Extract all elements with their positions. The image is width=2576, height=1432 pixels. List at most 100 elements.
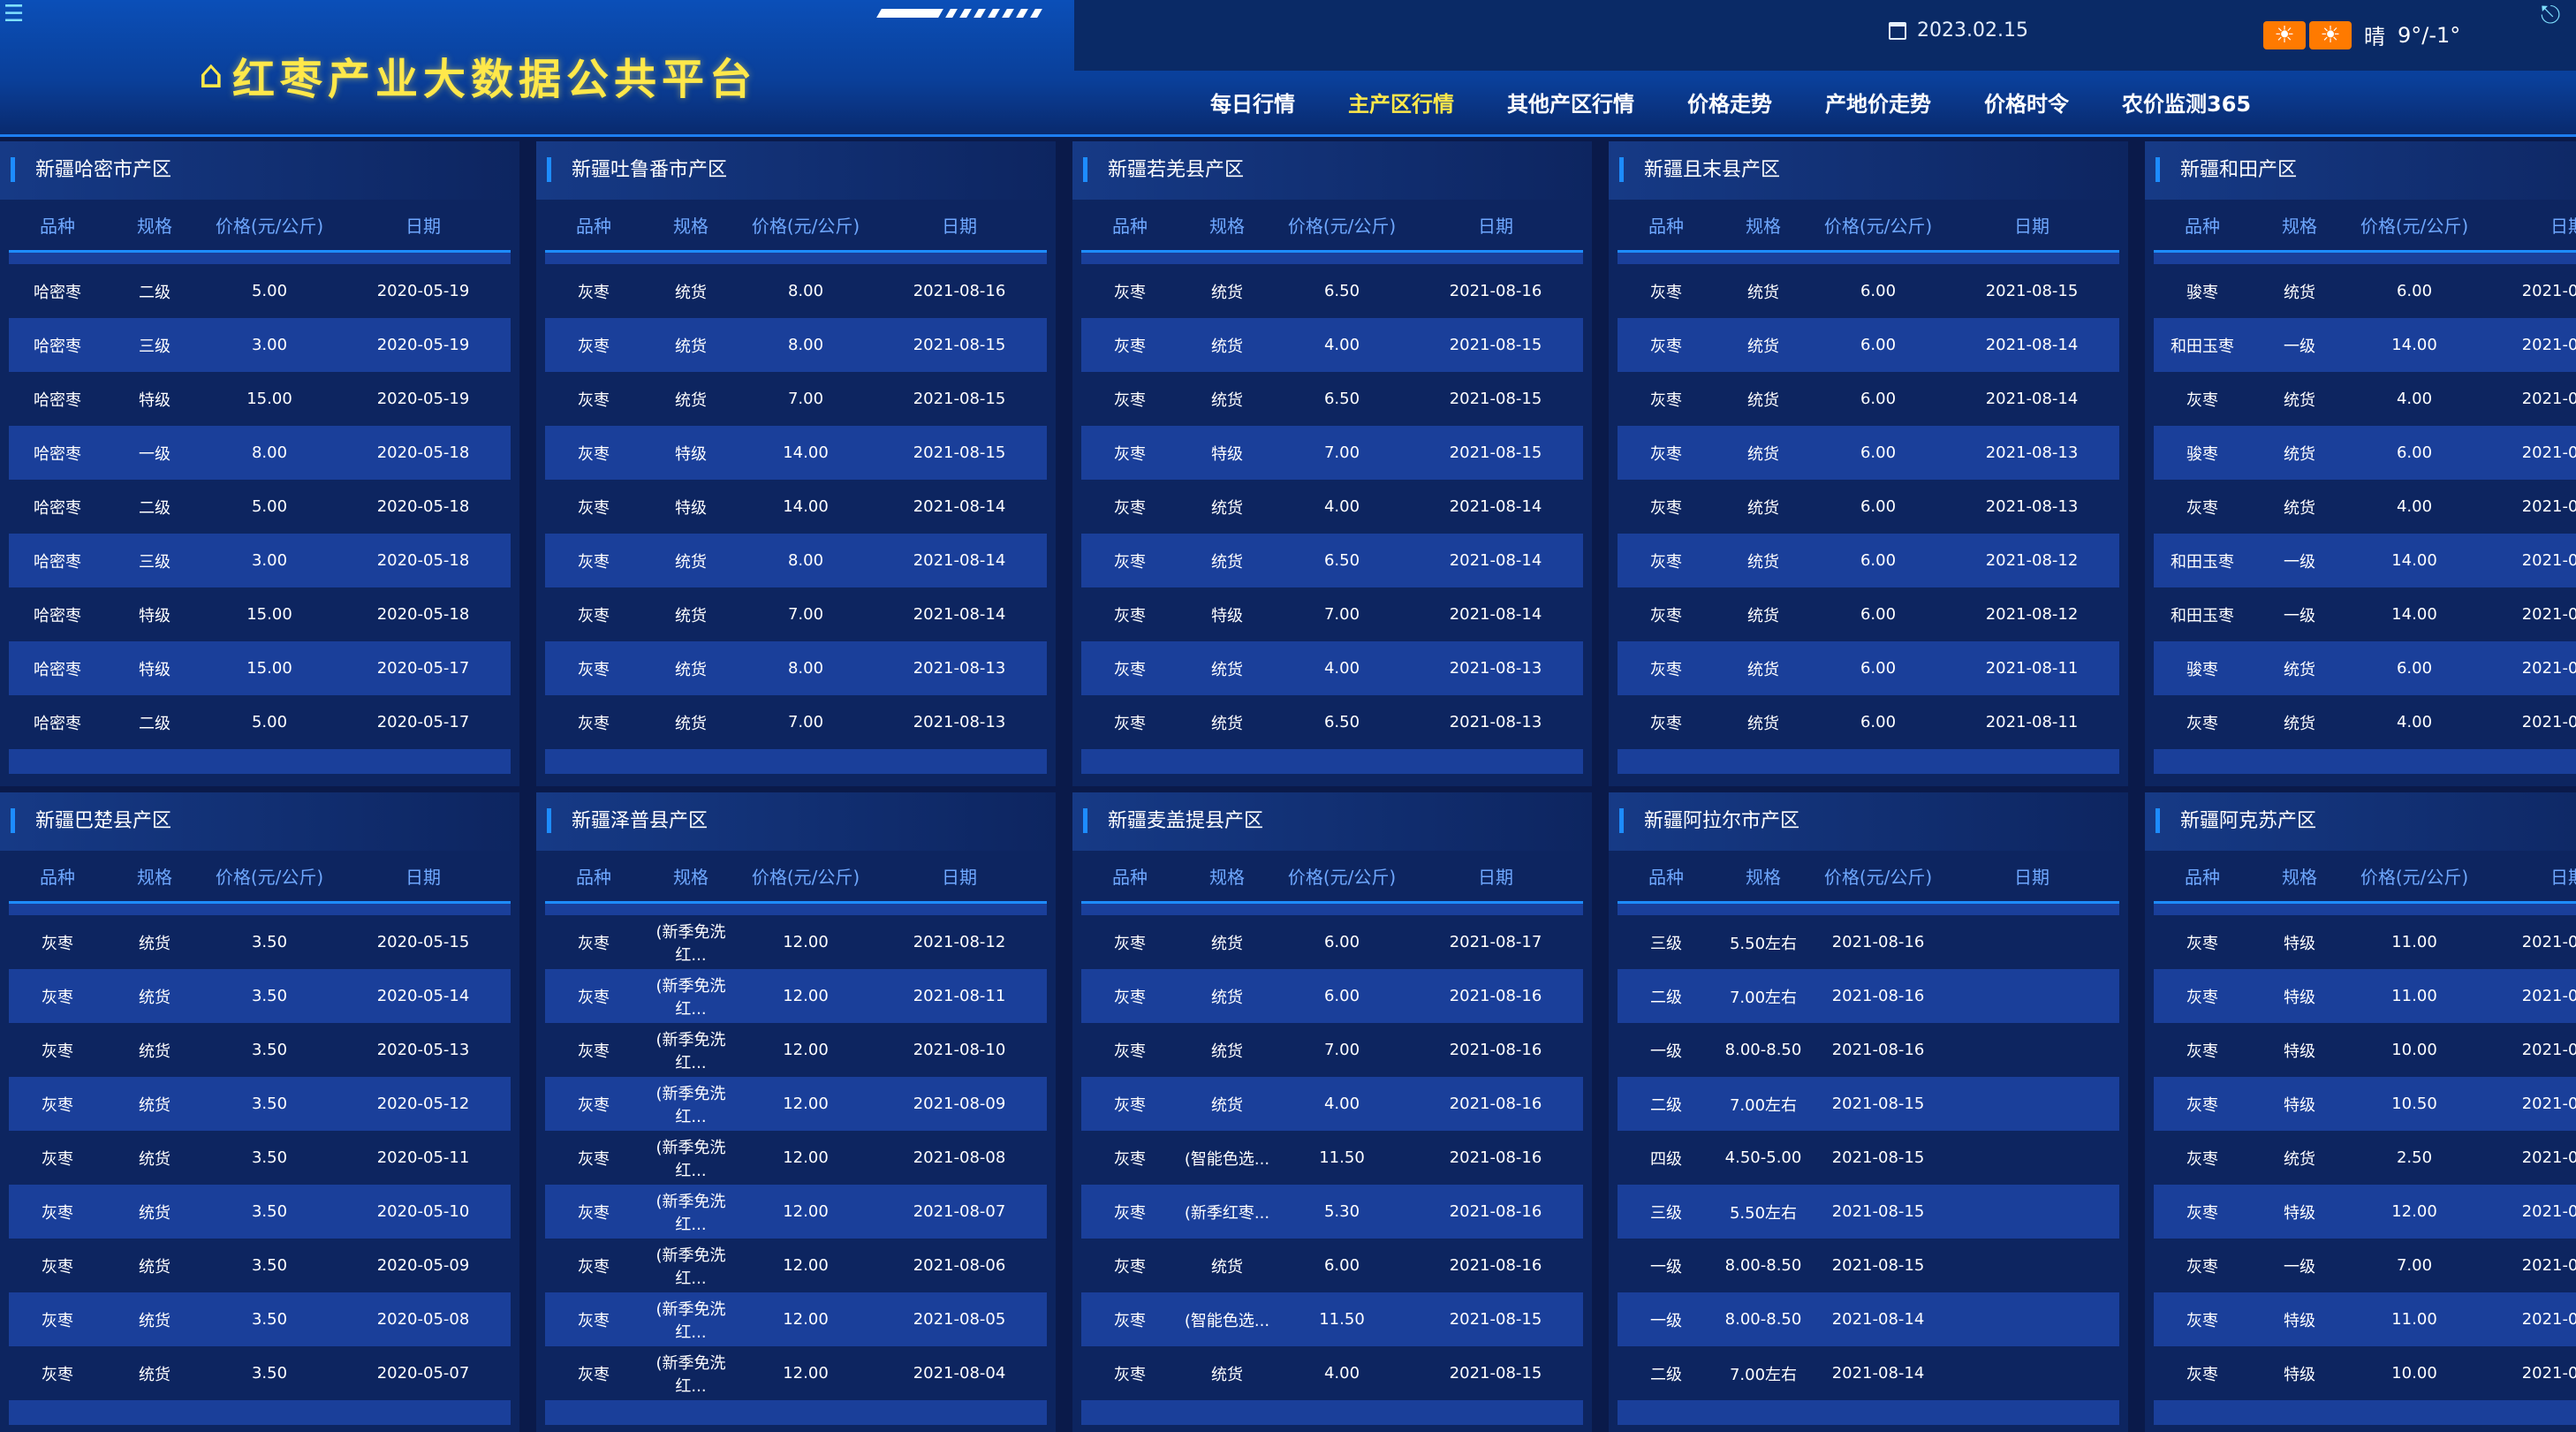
table-row[interactable]: 灰枣 统货 6.00 2021-08-13: [1618, 480, 2119, 534]
table-row[interactable]: 灰枣 特级 10.50 2021-08-16: [2154, 1077, 2576, 1131]
table-row[interactable]: 灰枣 统货 6.50 2021-08-15: [1081, 372, 1583, 426]
table-row[interactable]: 灰枣 统货 2.50 2021-08-16: [2154, 1131, 2576, 1185]
table-row[interactable]: 灰枣统货4.002021-08-16: [2154, 372, 2576, 426]
table-row[interactable]: 灰枣 统货 4.00 2021-08-13: [1081, 641, 1583, 695]
table-row[interactable]: 灰枣 统货 8.00 2021-08-16: [545, 264, 1047, 318]
table-row[interactable]: [1081, 749, 1583, 774]
table-row[interactable]: 灰枣 (智能色选... 11.50 2021-08-15: [1081, 1292, 1583, 1346]
table-row[interactable]: 二级 7.00左右 2021-08-16: [1618, 969, 2119, 1023]
table-body[interactable]: 四级4.50-5.002021-08-16三级5.50左右2021-08-16二…: [1618, 904, 2119, 1425]
nav-item[interactable]: 价格时令: [1958, 87, 2095, 122]
table-body[interactable]: 灰枣 (新季免洗红... 12.00 2021-08-12 灰枣 (新季免洗红... 12.…: [545, 904, 1047, 1425]
table-row[interactable]: 灰枣 (新季免洗红... 12.00 2021-08-04: [545, 1346, 1047, 1400]
table-row[interactable]: 灰枣 统货 7.00 2021-08-13: [545, 695, 1047, 749]
table-row[interactable]: 灰枣 特级 11.00 2021-08-16: [2154, 969, 2576, 1023]
table-row[interactable]: 哈密枣 三级 3.00 2020-05-19: [9, 318, 511, 372]
exit-icon[interactable]: ⎋: [2541, 2, 2567, 28]
table-row[interactable]: 灰枣 统货 3.50 2020-05-15: [9, 915, 511, 969]
table-row[interactable]: [545, 749, 1047, 774]
table-row[interactable]: 一级 8.00-8.50 2021-08-15: [1618, 1239, 2119, 1292]
table-row[interactable]: 灰枣 特级 10.00 2021-08-16: [2154, 1023, 2576, 1077]
table-row[interactable]: 灰枣 统货 7.00 2021-08-16: [1081, 1023, 1583, 1077]
table-row[interactable]: 灰枣 (新季免洗红... 12.00 2021-08-07: [545, 1185, 1047, 1239]
table-row[interactable]: 灰枣 特级 10.00 2021-08-15: [2154, 1346, 2576, 1400]
table-row[interactable]: 灰枣 特级 11.00 2021-08-15: [2154, 1292, 2576, 1346]
table-row[interactable]: 灰枣统货4.002021-08-16: [1081, 253, 1583, 264]
table-row[interactable]: 灰枣 统货 8.00 2021-08-14: [545, 534, 1047, 587]
table-row[interactable]: 和田玉枣 一级 14.00 2021-08-15: [2154, 534, 2576, 587]
table-row[interactable]: [2154, 749, 2576, 774]
nav-item[interactable]: 其他产区行情: [1481, 87, 1661, 122]
table-row[interactable]: 和田玉枣 一级 14.00 2021-08-16: [2154, 318, 2576, 372]
table-row[interactable]: 灰枣 特级 12.00 2021-08-16: [2154, 1185, 2576, 1239]
table-row[interactable]: [1618, 749, 2119, 774]
table-row[interactable]: 灰枣 统货 6.00 2021-08-13: [1618, 426, 2119, 480]
table-row[interactable]: 灰枣 统货 3.50 2020-05-13: [9, 1023, 511, 1077]
table-row[interactable]: 灰枣 统货 3.50 2020-05-10: [9, 1185, 511, 1239]
table-row[interactable]: 灰枣 统货 6.00 2021-08-16: [1081, 969, 1583, 1023]
nav-item[interactable]: 产地价走势: [1799, 87, 1958, 122]
table-row[interactable]: 灰枣统货4.002021-08-16: [1081, 1077, 1583, 1131]
table-row[interactable]: 灰枣 统货 3.50 2020-05-12: [9, 1077, 511, 1131]
table-row[interactable]: 哈密枣 特级 15.00 2020-05-18: [9, 587, 511, 641]
table-row[interactable]: 灰枣 (新季免洗红... 12.00 2021-08-08: [545, 1131, 1047, 1185]
table-row[interactable]: 灰枣 特级 14.00 2021-08-15: [545, 426, 1047, 480]
table-row[interactable]: 灰枣 统货 6.00 2021-08-12: [1618, 534, 2119, 587]
table-row[interactable]: 骏枣 统货 6.00 2021-08-16: [2154, 264, 2576, 318]
table-row[interactable]: 二级 7.00左右 2021-08-14: [1618, 1346, 2119, 1400]
table-row[interactable]: 骏枣 统货 6.00 2021-08-15: [2154, 426, 2576, 480]
table-row[interactable]: 灰枣(智能色选...11.502021-08-17: [1081, 904, 1583, 915]
table-row[interactable]: 灰枣 统货 4.00 2021-08-14: [2154, 695, 2576, 749]
table-row[interactable]: 灰枣 (新季免洗红... 12.00 2021-08-11: [545, 969, 1047, 1023]
table-body[interactable]: 哈密枣 二级 5.00 2020-05-19 哈密枣 三级 3.00 2020-05-19 哈密…: [9, 253, 511, 774]
table-body[interactable]: 灰枣(智能色选...11.502021-08-17 灰枣统货6.002021-08…: [1081, 904, 1583, 1425]
table-row[interactable]: 一级 8.00-8.50 2021-08-16: [1618, 1023, 2119, 1077]
table-row[interactable]: 灰枣 统货 3.50 2020-05-07: [9, 1346, 511, 1400]
table-row[interactable]: 和田玉枣 一级 14.00 2021-08-14: [2154, 587, 2576, 641]
table-row[interactable]: 灰枣 统货 6.00 2021-08-15: [1618, 264, 2119, 318]
table-row[interactable]: 三级 5.50左右 2021-08-16: [1618, 915, 2119, 969]
table-row[interactable]: 灰枣 (智能色选... 11.50 2021-08-16: [1081, 1131, 1583, 1185]
table-row[interactable]: 哈密枣 特级 15.00 2020-05-17: [9, 641, 511, 695]
table-row[interactable]: 哈密枣 二级 5.00 2020-05-19: [9, 264, 511, 318]
table-row[interactable]: 灰枣 统货 6.50 2021-08-13: [1081, 695, 1583, 749]
table-row[interactable]: 灰枣 统货 3.50 2020-05-09: [9, 1239, 511, 1292]
table-row[interactable]: 灰枣 统货 4.00 2021-08-15: [1081, 318, 1583, 372]
table-body[interactable]: 灰枣统货6.002021-08-15灰枣统货6.002021-08-15灰枣统货…: [1618, 253, 2119, 774]
table-row[interactable]: 灰枣 统货 3.50 2020-05-08: [9, 1292, 511, 1346]
table-row[interactable]: 四级 4.50-5.00 2021-08-15: [1618, 1131, 2119, 1185]
table-row[interactable]: 灰枣 特级 7.00 2021-08-15: [1081, 426, 1583, 480]
table-row[interactable]: 灰枣 统货 3.50 2020-05-14: [9, 969, 511, 1023]
table-row[interactable]: 哈密枣 一级 8.00 2020-05-18: [9, 426, 511, 480]
table-row[interactable]: 灰枣 统货 6.00 2021-08-16: [1081, 1239, 1583, 1292]
table-row[interactable]: 灰枣 统货 6.00 2021-08-11: [1618, 695, 2119, 749]
table-row[interactable]: [1618, 1400, 2119, 1425]
table-row[interactable]: 灰枣 特级 14.00 2021-08-14: [545, 480, 1047, 534]
table-row[interactable]: [1081, 1400, 1583, 1425]
table-row[interactable]: 哈密枣 二级 5.00 2020-05-18: [9, 480, 511, 534]
table-row[interactable]: 灰枣 一级 7.00 2021-08-16: [2154, 1239, 2576, 1292]
table-row[interactable]: [545, 1400, 1047, 1425]
table-row[interactable]: 灰枣 统货 8.00 2021-08-15: [545, 318, 1047, 372]
nav-item[interactable]: 农价监测365: [2095, 87, 2277, 122]
table-row[interactable]: 灰枣 (新季免洗红... 12.00 2021-08-06: [545, 1239, 1047, 1292]
table-row[interactable]: 和田玉枣一级14.002021-08-17: [2154, 253, 2576, 264]
menu-icon[interactable]: ☰: [4, 3, 30, 26]
table-row[interactable]: 灰枣特级12.002021-08-17: [2154, 904, 2576, 915]
table-row[interactable]: 灰枣 统货 3.50 2020-05-11: [9, 1131, 511, 1185]
table-row[interactable]: 灰枣 (新季免洗红... 12.00 2021-08-09: [545, 1077, 1047, 1131]
table-row[interactable]: [9, 749, 511, 774]
table-row[interactable]: 灰枣 统货 6.00 2021-08-11: [1618, 641, 2119, 695]
table-row[interactable]: 灰枣 统货 6.00 2021-08-12: [1618, 587, 2119, 641]
table-row[interactable]: [9, 253, 511, 264]
table-row[interactable]: 三级 5.50左右 2021-08-15: [1618, 1185, 2119, 1239]
nav-item[interactable]: 价格走势: [1661, 87, 1799, 122]
table-row[interactable]: 灰枣 统货 4.00 2021-08-15: [1081, 1346, 1583, 1400]
table-row[interactable]: 灰枣 统货 6.50 2021-08-14: [1081, 534, 1583, 587]
table-row[interactable]: 灰枣 (新季免洗红... 12.00 2021-08-10: [545, 1023, 1047, 1077]
table-row[interactable]: 灰枣 统货 8.00 2021-08-13: [545, 641, 1047, 695]
table-row[interactable]: 灰枣 特级 7.00 2021-08-14: [1081, 587, 1583, 641]
table-body[interactable]: 灰枣 统货 3.50 2020-05-15 灰枣 统货 3.50 2020-05-14 灰枣 统货…: [9, 904, 511, 1425]
table-row[interactable]: [545, 904, 1047, 915]
table-row[interactable]: [2154, 1400, 2576, 1425]
